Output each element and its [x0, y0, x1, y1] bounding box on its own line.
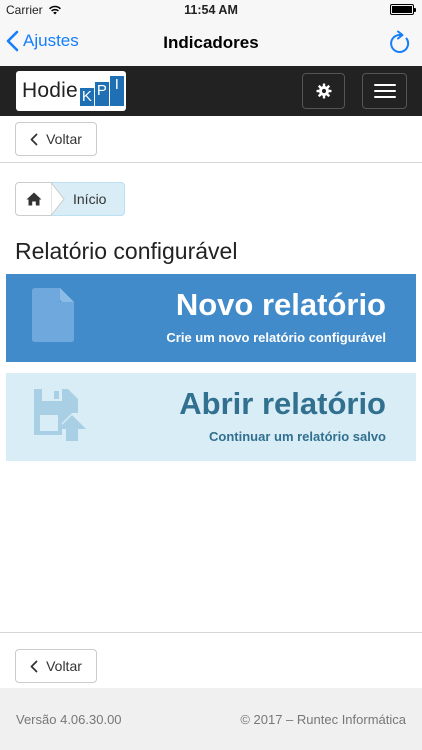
logo-kpi-letter: I: [109, 76, 124, 106]
nav-back-button[interactable]: Ajustes: [6, 30, 79, 52]
navigation-bar: Ajustes Indicadores: [0, 20, 422, 66]
battery-icon: [390, 4, 416, 15]
hamburger-icon: [373, 84, 396, 86]
new-report-title: Novo relatório: [175, 287, 386, 322]
breadcrumb-item-inicio[interactable]: Início: [65, 182, 126, 216]
status-time: 11:54 AM: [184, 3, 238, 17]
footer-version: Versão 4.06.30.00: [16, 712, 122, 727]
home-icon: [26, 192, 41, 206]
app-header: Hodie K P I: [0, 66, 422, 116]
logo-kpi-letter: K: [79, 88, 94, 106]
divider-top: [0, 162, 422, 163]
refresh-icon: [390, 30, 410, 53]
menu-toggle-button[interactable]: [362, 73, 407, 109]
breadcrumb-separator: [51, 182, 65, 216]
back-button-bottom[interactable]: Voltar: [15, 649, 97, 683]
back-button-label: Voltar: [46, 658, 82, 674]
chevron-left-icon: [6, 30, 19, 52]
logo-text: Hodie: [22, 79, 78, 102]
save-upload-icon: [34, 389, 86, 441]
footer-copyright: © 2017 – Runtec Informática: [240, 712, 406, 727]
chevron-left-icon: [30, 133, 38, 145]
nav-back-label: Ajustes: [23, 31, 79, 50]
new-report-tile[interactable]: Novo relatório Crie um novo relatório co…: [6, 274, 416, 362]
gear-icon: [316, 83, 331, 99]
divider-bottom: [0, 632, 422, 633]
open-report-subtitle: Continuar um relatório salvo: [209, 429, 386, 444]
status-bar: Carrier 11:54 AM: [0, 0, 422, 20]
file-icon: [32, 288, 74, 342]
breadcrumb: Início: [15, 182, 126, 216]
back-button-top[interactable]: Voltar: [15, 122, 97, 156]
new-report-subtitle: Crie um novo relatório configurável: [166, 330, 386, 345]
footer: Versão 4.06.30.00 © 2017 – Runtec Inform…: [0, 688, 422, 750]
open-report-tile[interactable]: Abrir relatório Continuar um relatório s…: [6, 373, 416, 461]
logo-kpi-letter: P: [94, 82, 109, 106]
breadcrumb-home[interactable]: [15, 182, 51, 216]
page-title: Relatório configurável: [15, 238, 238, 264]
back-button-label: Voltar: [46, 131, 82, 147]
logo-kpi-bars: K P I: [79, 76, 125, 106]
hodie-kpi-logo[interactable]: Hodie K P I: [16, 71, 126, 111]
open-report-title: Abrir relatório: [179, 386, 386, 421]
refresh-button[interactable]: [386, 29, 414, 57]
chevron-left-icon: [30, 660, 38, 672]
settings-button[interactable]: [302, 73, 345, 109]
